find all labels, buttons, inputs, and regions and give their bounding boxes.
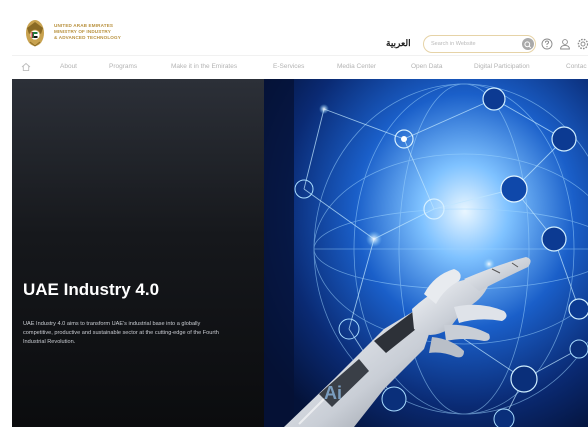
hero-description: UAE Industry 4.0 aims to transform UAE's…: [23, 321, 219, 345]
ministry-logo-text[interactable]: UNITED ARAB EMIRATES MINISTRY OF INDUSTR…: [54, 23, 164, 41]
search-button[interactable]: [522, 38, 534, 50]
settings-icon[interactable]: [576, 37, 588, 51]
nav-item-programs[interactable]: Programs: [109, 63, 137, 70]
hero-title: UAE Industry 4.0: [23, 280, 160, 299]
home-icon[interactable]: [21, 62, 31, 72]
svg-text:Ai: Ai: [324, 383, 342, 403]
search-input[interactable]: [431, 39, 511, 49]
page: UNITED ARAB EMIRATES MINISTRY OF INDUSTR…: [0, 0, 588, 427]
nav-item-open-data[interactable]: Open Data: [411, 63, 442, 70]
help-icon[interactable]: [540, 37, 554, 51]
logo-line-3: & ADVANCED TECHNOLOGY: [54, 35, 121, 40]
nav-item-digital-participation[interactable]: Digital Participation: [474, 63, 530, 70]
robot-hand-digital-network-image: Ai: [264, 79, 588, 427]
main-navigation: About Programs Make it in the Emirates E…: [12, 55, 588, 80]
search-box: [423, 35, 536, 53]
nav-item-e-services[interactable]: E-Services: [273, 63, 304, 70]
arabic-language-link[interactable]: العربية: [386, 38, 411, 49]
nav-item-media-center[interactable]: Media Center: [337, 63, 376, 70]
user-icon[interactable]: [558, 37, 572, 51]
nav-item-make-it-in-the-emirates[interactable]: Make it in the Emirates: [171, 63, 237, 70]
nav-item-about[interactable]: About: [60, 63, 77, 70]
nav-item-contact[interactable]: Contac: [566, 63, 587, 70]
emblem-icon[interactable]: [24, 18, 46, 48]
search-icon: [524, 41, 532, 49]
site-header: UNITED ARAB EMIRATES MINISTRY OF INDUSTR…: [12, 12, 588, 54]
hero-text-panel: UAE Industry 4.0 UAE Industry 4.0 aims t…: [12, 79, 264, 427]
hero-banner[interactable]: UAE Industry 4.0 UAE Industry 4.0 aims t…: [12, 79, 588, 427]
